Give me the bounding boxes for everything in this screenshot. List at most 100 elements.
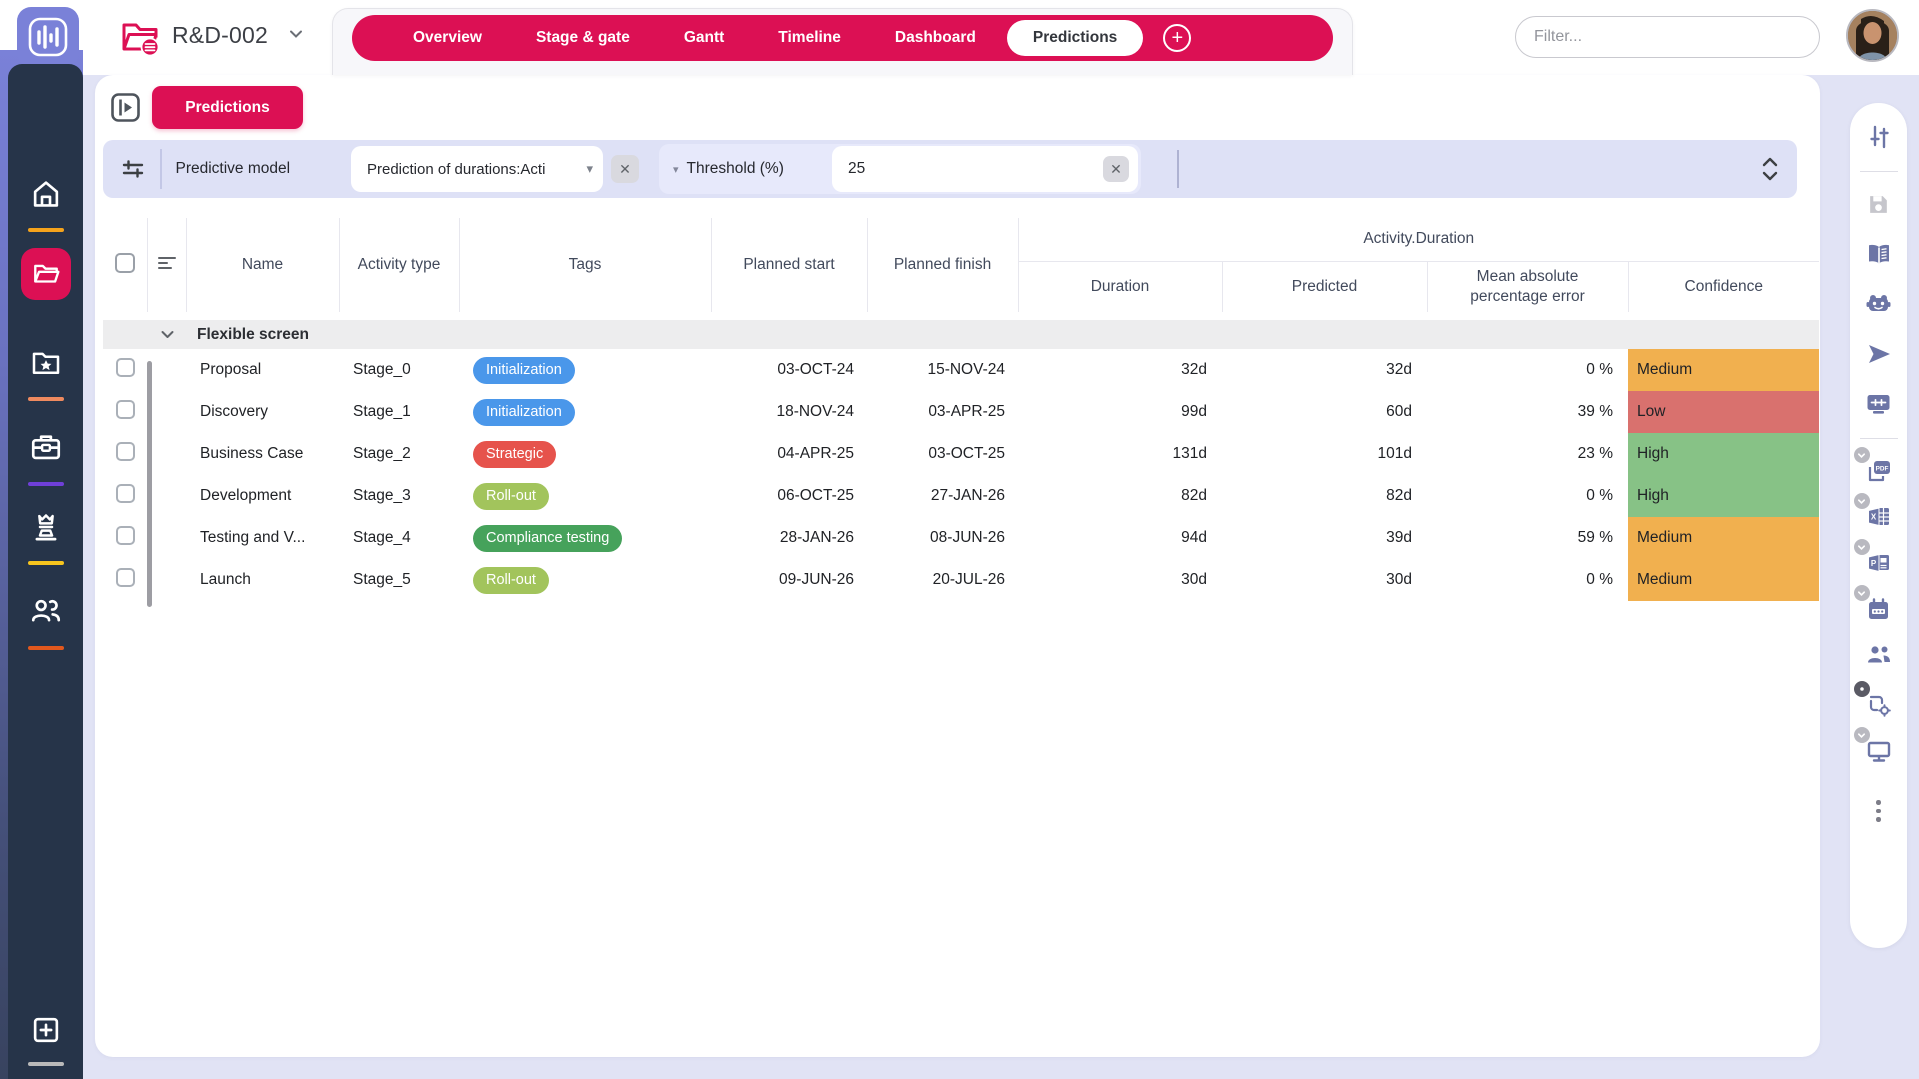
app-logo[interactable] — [17, 7, 79, 67]
cell-mape: 39 % — [1427, 391, 1628, 433]
collapse-expand-spinner[interactable] — [1759, 151, 1781, 192]
sidebar-item-stage-gate[interactable] — [8, 510, 83, 544]
app-sidebar — [8, 64, 83, 1079]
tune-sliders-icon[interactable] — [120, 156, 146, 182]
tab-overview[interactable]: Overview — [386, 19, 509, 57]
save-button[interactable] — [1859, 184, 1899, 224]
export-calendar-button[interactable] — [1859, 589, 1899, 629]
right-tool-rail: PDF X P — [1850, 103, 1907, 948]
cell-name: Discovery — [186, 391, 339, 433]
more-options-button[interactable] — [1859, 791, 1899, 831]
column-header-confidence[interactable]: Confidence — [1628, 261, 1819, 316]
column-header-predicted[interactable]: Predicted — [1222, 261, 1427, 316]
table-row[interactable]: Testing and V... Stage_4 Compliance test… — [103, 517, 1819, 559]
cell-name: Business Case — [186, 433, 339, 475]
column-header-planned-start[interactable]: Planned start — [711, 218, 867, 316]
export-powerpoint-button[interactable]: P — [1859, 543, 1899, 583]
chevron-badge-icon[interactable] — [1854, 447, 1870, 463]
chevron-down-icon[interactable] — [160, 327, 175, 342]
handbook-button[interactable] — [1859, 234, 1899, 274]
table-row[interactable]: Proposal Stage_0 Initialization 03-OCT-2… — [103, 349, 1819, 391]
add-view-button[interactable]: + — [1163, 24, 1191, 52]
tune-button[interactable] — [1859, 117, 1899, 157]
chevron-badge-icon[interactable] — [1854, 585, 1870, 601]
chevron-down-icon[interactable]: ▾ — [673, 163, 679, 176]
chevron-badge-icon[interactable] — [1854, 727, 1870, 743]
workflow-gear-icon — [1865, 691, 1893, 719]
confidence-cell: Medium — [1628, 349, 1819, 391]
confidence-cell: Medium — [1628, 517, 1819, 559]
tab-timeline[interactable]: Timeline — [751, 19, 868, 57]
predictions-button[interactable]: Predictions — [152, 86, 303, 129]
column-header-mape[interactable]: Mean absolute percentage error — [1427, 261, 1628, 316]
display-settings-button[interactable] — [1859, 384, 1899, 424]
sidebar-item-portfolio[interactable] — [8, 430, 83, 464]
row-checkbox[interactable] — [116, 526, 135, 545]
select-all-checkbox[interactable] — [115, 253, 135, 273]
vertical-scrollbar-thumb[interactable] — [147, 361, 152, 607]
predictive-model-label: Predictive model — [176, 160, 291, 178]
cell-planned-start: 03-OCT-24 — [711, 349, 867, 391]
table-row[interactable]: Discovery Stage_1 Initialization 18-NOV-… — [103, 391, 1819, 433]
monitor-button[interactable] — [1859, 731, 1899, 771]
tab-gantt[interactable]: Gantt — [657, 19, 751, 57]
threshold-input[interactable] — [848, 160, 1048, 178]
cell-mape: 59 % — [1427, 517, 1628, 559]
column-header-planned-finish[interactable]: Planned finish — [867, 218, 1018, 316]
table-row[interactable]: Launch Stage_5 Roll-out 09-JUN-26 20-JUL… — [103, 559, 1819, 601]
row-checkbox[interactable] — [116, 358, 135, 377]
column-header-duration[interactable]: Duration — [1018, 261, 1222, 316]
table-row[interactable]: Business Case Stage_2 Strategic 04-APR-2… — [103, 433, 1819, 475]
table-row[interactable]: Development Stage_3 Roll-out 06-OCT-25 2… — [103, 475, 1819, 517]
svg-text:P: P — [1870, 559, 1876, 568]
row-checkbox[interactable] — [116, 400, 135, 419]
share-users-button[interactable] — [1859, 635, 1899, 675]
excel-export-icon: X — [1865, 503, 1893, 531]
column-header-activity-type[interactable]: Activity type — [339, 218, 459, 316]
project-folder-icon — [118, 16, 162, 58]
chevron-badge-icon[interactable] — [1854, 493, 1870, 509]
sidebar-item-resources[interactable] — [8, 594, 83, 628]
cell-predicted: 101d — [1222, 433, 1427, 475]
send-button[interactable] — [1859, 334, 1899, 374]
confidence-cell: Low — [1628, 391, 1819, 433]
assistant-button[interactable] — [1859, 284, 1899, 324]
cell-predicted: 82d — [1222, 475, 1427, 517]
stage-gate-underline — [28, 561, 64, 565]
user-avatar[interactable] — [1846, 9, 1899, 62]
model-select[interactable]: Prediction of durations:Acti ▾ — [351, 146, 603, 192]
tab-stage-gate[interactable]: Stage & gate — [509, 19, 657, 57]
threshold-clear-button[interactable]: ✕ — [1103, 156, 1129, 182]
sidebar-item-add[interactable] — [8, 1014, 83, 1046]
row-checkbox[interactable] — [116, 442, 135, 461]
export-excel-button[interactable]: X — [1859, 497, 1899, 537]
row-checkbox[interactable] — [116, 484, 135, 503]
integration-settings-button[interactable] — [1859, 685, 1899, 725]
sidebar-item-projects[interactable] — [21, 248, 71, 300]
collapse-panel-button[interactable] — [110, 92, 141, 123]
cell-duration: 30d — [1018, 559, 1222, 601]
cell-planned-finish: 20-JUL-26 — [867, 559, 1018, 601]
tab-dashboard[interactable]: Dashboard — [868, 19, 1003, 57]
chevron-down-icon: ▾ — [586, 161, 593, 177]
filter-input[interactable] — [1515, 16, 1820, 58]
threshold-label: Threshold (%) — [687, 160, 784, 178]
section-row: Flexible screen — [103, 316, 1819, 349]
sidebar-item-home[interactable] — [8, 178, 83, 210]
cell-mape: 0 % — [1427, 475, 1628, 517]
chevron-badge-icon[interactable] — [1854, 539, 1870, 555]
cell-name: Development — [186, 475, 339, 517]
predictive-model-bar: Predictive model Prediction of durations… — [103, 140, 1797, 198]
hierarchy-column-header[interactable] — [147, 218, 186, 316]
column-header-tags[interactable]: Tags — [459, 218, 711, 316]
project-switcher-chevron-icon[interactable] — [288, 26, 304, 47]
sidebar-item-favorites[interactable] — [8, 347, 83, 379]
row-checkbox[interactable] — [116, 568, 135, 587]
monitor-tune-icon — [1865, 391, 1892, 418]
cell-mape: 0 % — [1427, 349, 1628, 391]
tune-icon — [1866, 124, 1892, 150]
column-header-name[interactable]: Name — [186, 218, 339, 316]
tab-predictions[interactable]: Predictions — [1007, 20, 1143, 56]
model-clear-button[interactable]: ✕ — [611, 155, 639, 183]
export-pdf-button[interactable]: PDF — [1859, 451, 1899, 491]
